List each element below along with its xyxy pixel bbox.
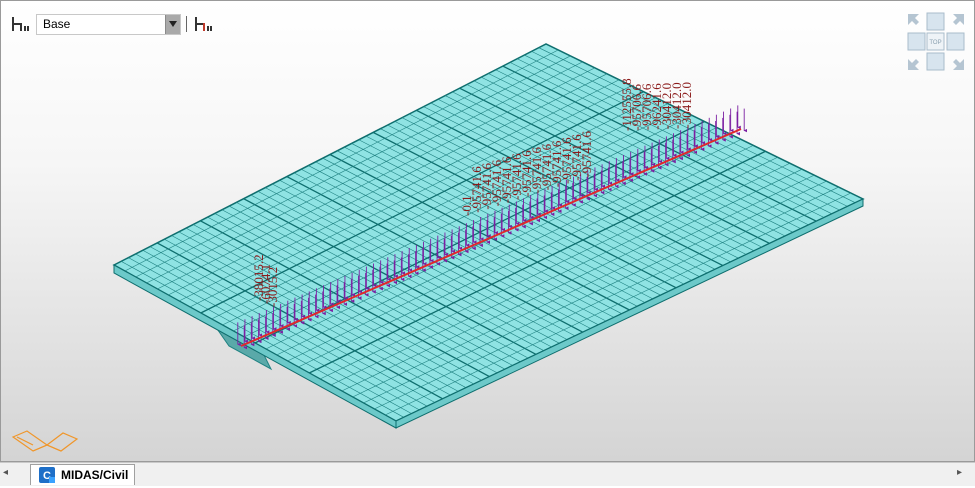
structure-layer-icon[interactable] — [9, 13, 31, 35]
tab-label: MIDAS/Civil — [61, 468, 129, 482]
structure-layer-toggle-icon[interactable] — [192, 13, 214, 35]
model-viewport[interactable]: -38015.2 -6074.1 -3015.2 -0.1 -95741.6 -95741… — [0, 0, 975, 462]
tab-scroll-left-icon[interactable]: ◂ — [3, 467, 15, 481]
layer-select[interactable]: Base — [36, 13, 181, 35]
arrow-sw-icon — [908, 59, 919, 70]
arrow-nw-icon — [908, 14, 919, 25]
tab-scroll-right-icon[interactable]: ▸ — [957, 467, 969, 481]
arrow-ne-icon — [953, 14, 964, 25]
dropdown-arrow-icon[interactable] — [165, 14, 180, 34]
document-tab-bar: ◂ C MIDAS/Civil ▸ — [0, 462, 975, 486]
layer-toolbar: Base — [9, 12, 214, 36]
axis-triad-icon — [11, 425, 83, 458]
view-cube[interactable]: TOP — [905, 11, 967, 73]
view-cube-top-label: TOP — [929, 40, 941, 46]
bridge-deck-mesh — [112, 43, 865, 422]
model-canvas[interactable]: -38015.2-6074.1-3015.2-0.1-95741.6-95741… — [1, 1, 975, 462]
result-label-mid: -95741.6 — [579, 131, 594, 178]
midas-civil-logo-icon: C — [39, 467, 55, 483]
arrow-se-icon — [953, 59, 964, 70]
result-label-left: -3015.2 — [265, 267, 280, 307]
toolbar-separator — [186, 16, 187, 32]
layer-select-value: Base — [43, 16, 71, 31]
result-label-right: -30412.0 — [679, 82, 694, 129]
tab-midas-civil[interactable]: C MIDAS/Civil — [30, 464, 135, 485]
